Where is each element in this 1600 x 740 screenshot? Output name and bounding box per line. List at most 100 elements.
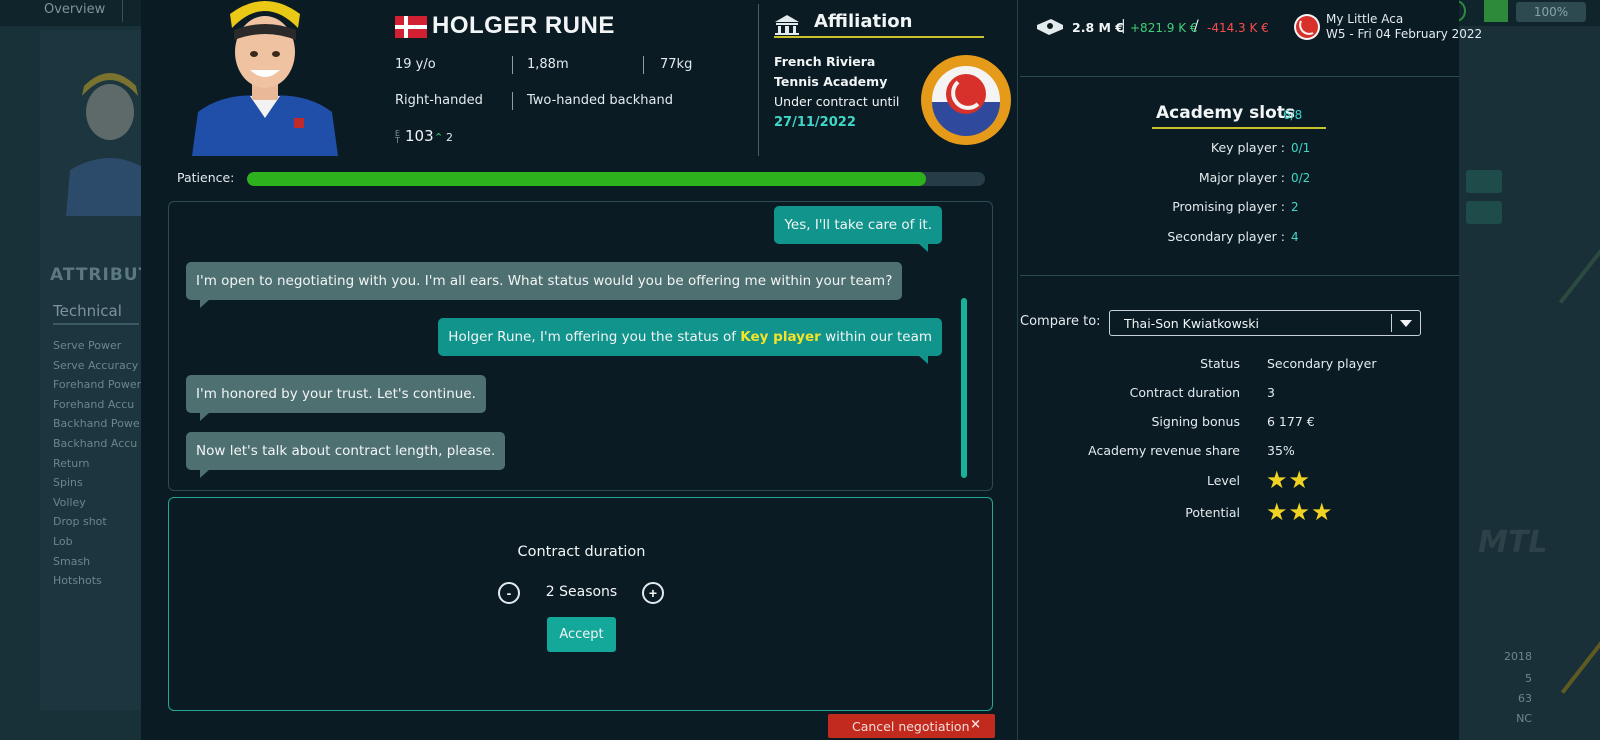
compare-row-label: Academy revenue share: [1088, 443, 1240, 458]
compare-selected-player: Thai-Son Kwiatkowski: [1124, 316, 1260, 331]
compare-label: Compare to:: [1020, 314, 1101, 329]
player-age: 19 y/o: [395, 57, 436, 72]
chat-scrollbar[interactable]: [961, 298, 967, 478]
compare-row-value: 3: [1267, 385, 1275, 400]
rating-up-arrow-icon: ⌃: [434, 131, 444, 144]
affiliation-underline: [774, 36, 984, 38]
chat-message-sent: Yes, I'll take care of it.: [774, 206, 942, 252]
stat-divider: [512, 56, 513, 74]
academy-logo-icon: [921, 55, 1011, 145]
bg-attribute: Backhand Accu: [53, 436, 138, 450]
slot-value: 4: [1291, 230, 1299, 244]
right-panel-divider: [1020, 76, 1459, 77]
compare-row-value: 6 177 €: [1267, 414, 1315, 429]
rating-change: 2: [446, 131, 453, 144]
contract-duration-panel: Contract duration - 2 Seasons + Accept: [168, 497, 993, 711]
stat-divider: [512, 92, 513, 110]
bg-tournament-logo: MTL: [1478, 525, 1548, 560]
bg-attribute: Backhand Powe: [53, 417, 140, 431]
cancel-negotiation-label: Cancel negotiation: [852, 718, 970, 734]
close-icon: ×: [970, 717, 981, 732]
balance-amount: 2.8 M €: [1072, 20, 1124, 35]
bg-year: 2018: [1504, 650, 1532, 663]
bg-attribute: Forehand Accu: [53, 397, 135, 411]
money-icon: [1037, 19, 1063, 35]
academy-slots-underline: [1152, 127, 1326, 129]
club-logo-icon: [1294, 14, 1320, 40]
academy-building-icon: [775, 15, 799, 35]
affiliation-title: Affiliation: [814, 11, 913, 32]
bg-year: 63: [1518, 692, 1532, 705]
bg-attribute: Serve Accuracy: [53, 358, 139, 372]
bg-attribute: Lob: [53, 534, 73, 548]
game-date: W5 - Fri 04 February 2022: [1326, 27, 1483, 41]
cancel-negotiation-button[interactable]: Cancel negotiation ×: [828, 714, 995, 738]
bg-tab-overview: Overview: [44, 2, 106, 17]
chevron-down-icon: [1400, 320, 1412, 327]
money-separator: |: [1121, 18, 1126, 34]
bg-attribute: Hotshots: [53, 574, 102, 588]
bg-attribute: Serve Power: [53, 339, 122, 352]
bg-attribute: Drop shot: [53, 515, 107, 529]
bg-attribute: Forehand Power: [53, 378, 142, 392]
player-portrait: [184, 0, 346, 156]
slot-value: 0/1: [1291, 141, 1311, 155]
slot-label: Key player :: [1210, 140, 1285, 155]
compare-player-dropdown[interactable]: Thai-Son Kwiatkowski: [1109, 310, 1421, 336]
slot-label: Promising player :: [1172, 199, 1285, 214]
chat-message-text: within our team: [820, 329, 932, 345]
chat-highlight-keyword: Key player: [740, 329, 821, 345]
bg-button: [1466, 201, 1502, 224]
bg-subsection-title: Technical: [53, 302, 139, 325]
player-height: 1,88m: [527, 57, 569, 72]
slot-label: Major player :: [1198, 170, 1285, 185]
contract-duration-title: Contract duration: [517, 544, 646, 560]
level-label: Level: [1207, 473, 1240, 488]
compare-row-label: Contract duration: [1129, 385, 1240, 400]
compare-row-label: Status: [1200, 356, 1240, 371]
patience-bar-fill: [247, 172, 926, 186]
contract-label: Under contract until: [774, 94, 900, 109]
compare-row-label: Signing bonus: [1151, 414, 1240, 429]
player-rating: 103: [405, 127, 434, 145]
chat-log[interactable]: Yes, I'll take care of it. I'm open to n…: [168, 201, 993, 491]
bg-year: 5: [1525, 672, 1532, 685]
bg-section-title: ATTRIBUT: [50, 265, 152, 285]
expenses-amount: -414.3 K €: [1207, 21, 1269, 35]
bg-player-photo: [62, 60, 152, 216]
bg-year: NC: [1516, 712, 1532, 725]
potential-label: Potential: [1185, 505, 1240, 520]
bg-attribute: Return: [53, 456, 90, 470]
money-separator: /: [1194, 18, 1199, 34]
bg-attribute-list: Serve Power Serve Accuracy Forehand Powe…: [53, 336, 141, 591]
academy-slots-title: Academy slots: [1156, 103, 1295, 123]
compare-row-value: 35%: [1267, 443, 1295, 458]
bg-attribute: Volley: [53, 495, 86, 509]
right-panel-divider: [1017, 0, 1018, 740]
bg-zoom-level: 100%: [1516, 2, 1586, 22]
player-weight: 77kg: [660, 57, 693, 72]
slot-value: 2: [1291, 200, 1299, 214]
dropdown-divider: [1391, 314, 1392, 332]
accept-button[interactable]: Accept: [547, 617, 616, 652]
income-amount: +821.9 K €: [1130, 21, 1198, 35]
bg-attribute: Spins: [53, 476, 83, 490]
slot-value: 0/2: [1291, 171, 1311, 185]
contract-date: 27/11/2022: [774, 115, 856, 130]
academy-slots-count: 6/8: [1283, 108, 1303, 122]
denmark-flag-icon: [395, 16, 427, 38]
potential-stars-icon: ★★★: [1266, 498, 1334, 526]
player-handedness: Right-handed: [395, 93, 483, 108]
contract-duration-value: 2 Seasons: [545, 584, 618, 600]
bg-right-panel: [1462, 26, 1600, 740]
level-stars-icon: ★★: [1266, 466, 1312, 494]
bg-upload-icon: [1484, 0, 1508, 22]
increase-duration-button[interactable]: +: [642, 582, 664, 604]
chat-message-received: I'm open to negotiating with you. I'm al…: [186, 262, 903, 308]
header-divider: [758, 4, 759, 156]
player-name: HOLGER RUNE: [432, 12, 615, 39]
bg-nav-divider: [122, 0, 123, 22]
player-backhand: Two-handed backhand: [527, 93, 673, 108]
stat-divider: [643, 56, 644, 74]
compare-row-value: Secondary player: [1267, 356, 1377, 371]
